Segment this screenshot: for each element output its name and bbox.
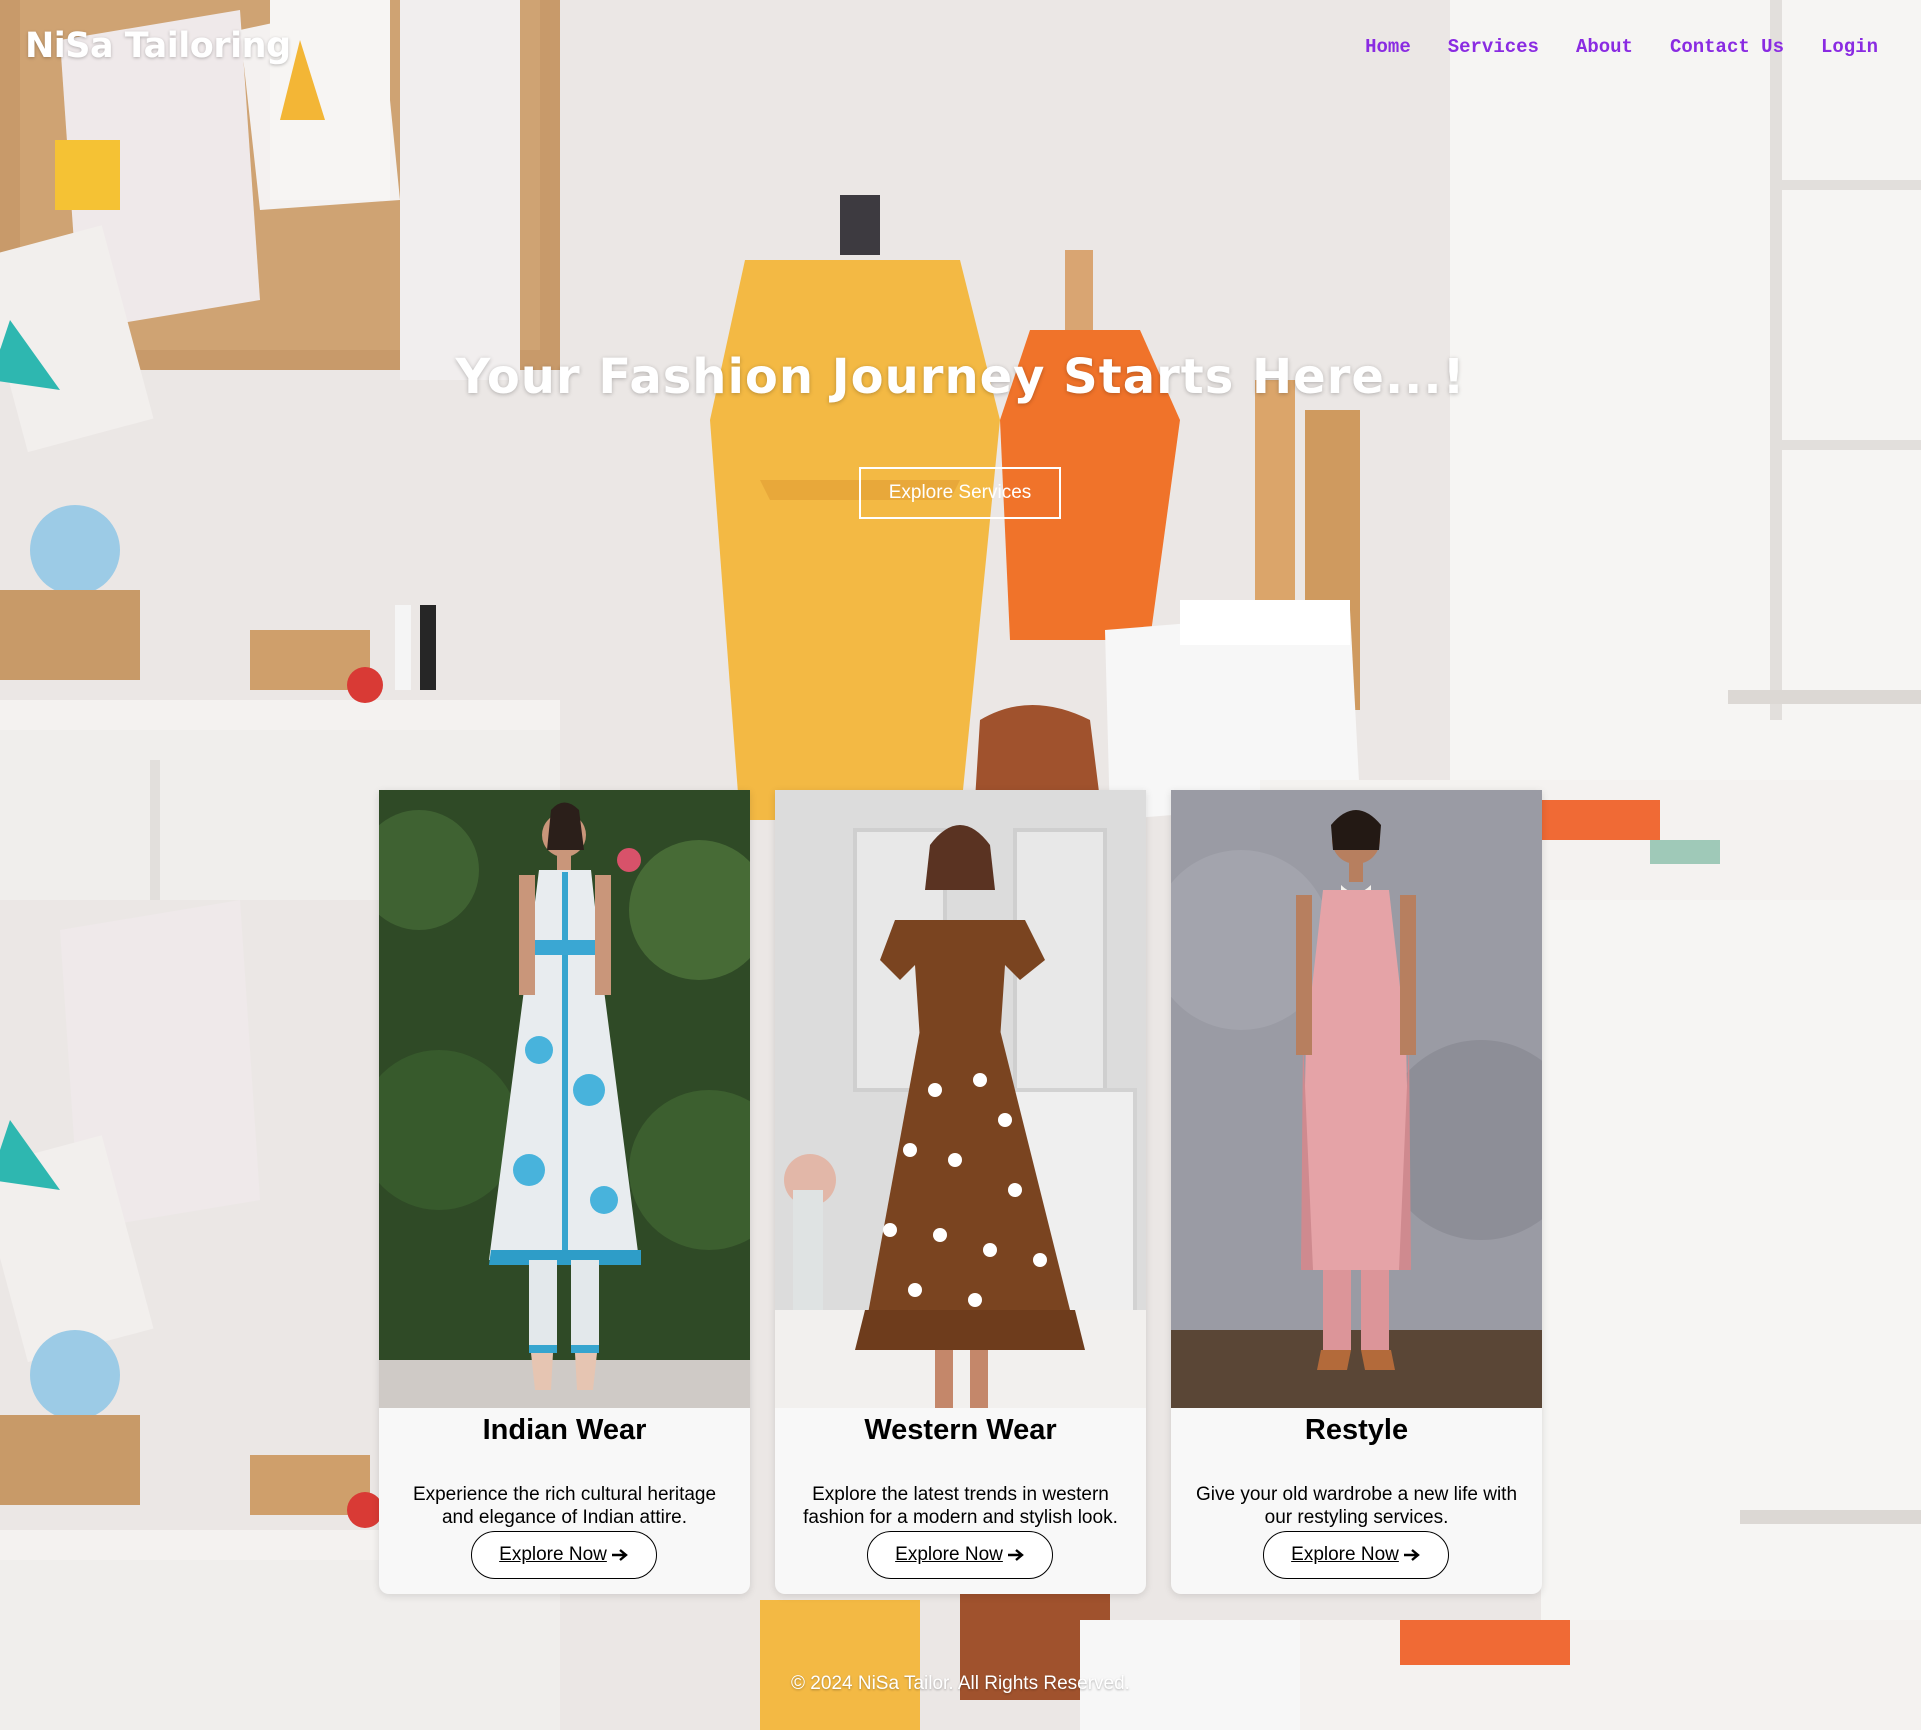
card-description: Give your old wardrobe a new life with o…	[1195, 1484, 1518, 1528]
nav-link-services[interactable]: Services	[1448, 36, 1539, 58]
brand-logo-text[interactable]: NiSa Tailoring	[25, 26, 291, 66]
nav-link-login[interactable]: Login	[1821, 36, 1878, 58]
nav-link-home[interactable]: Home	[1365, 36, 1411, 58]
indian-wear-photo	[379, 790, 750, 1408]
explore-now-button-restyle[interactable]: Explore Now	[1263, 1531, 1449, 1579]
card-button-label: Explore Now	[1291, 1544, 1399, 1565]
card-title: Indian Wear	[482, 1414, 647, 1446]
hero-title: Your Fashion Journey Starts Here...!	[455, 349, 1466, 405]
card-button-label: Explore Now	[499, 1544, 607, 1565]
service-cards: Indian Wear Experience the rich cultural…	[379, 790, 1542, 1594]
nav-link-contact-us[interactable]: Contact Us	[1670, 36, 1784, 58]
nav-link-about[interactable]: About	[1576, 36, 1633, 58]
arrow-right-icon	[1007, 1549, 1024, 1561]
explore-now-button-western-wear[interactable]: Explore Now	[867, 1531, 1053, 1579]
western-wear-photo	[775, 790, 1146, 1408]
explore-services-button[interactable]: Explore Services	[859, 467, 1061, 519]
main-nav: Home Services About Contact Us Login	[1365, 36, 1878, 58]
card-title: Western Wear	[864, 1414, 1057, 1446]
restyle-photo	[1171, 790, 1542, 1408]
explore-now-button-indian-wear[interactable]: Explore Now	[471, 1531, 657, 1579]
arrow-right-icon	[1403, 1549, 1420, 1561]
footer-copyright: © 2024 NiSa Tailor. All Rights Reserved.	[791, 1673, 1130, 1694]
service-card-restyle: Restyle Give your old wardrobe a new lif…	[1171, 790, 1542, 1594]
service-card-indian-wear: Indian Wear Experience the rich cultural…	[379, 790, 750, 1594]
card-description: Experience the rich cultural heritage an…	[412, 1484, 717, 1528]
arrow-right-icon	[611, 1549, 628, 1561]
card-title: Restyle	[1304, 1414, 1409, 1446]
card-button-label: Explore Now	[895, 1544, 1003, 1565]
service-card-western-wear: Western Wear Explore the latest trends i…	[775, 790, 1146, 1594]
card-description: Explore the latest trends in western fas…	[803, 1484, 1118, 1528]
site-header: NiSa Tailoring Home Services About Conta…	[0, 0, 1921, 100]
